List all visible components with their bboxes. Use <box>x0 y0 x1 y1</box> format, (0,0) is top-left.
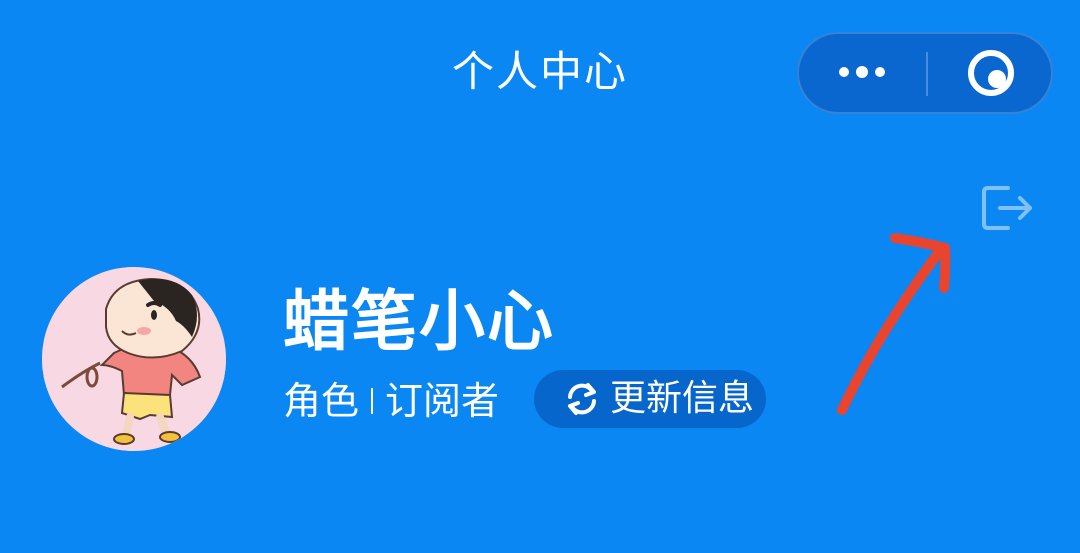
update-info-label: 更新信息 <box>610 378 755 419</box>
mini-program-capsule <box>797 32 1053 114</box>
logout-button[interactable] <box>978 180 1034 236</box>
target-circle-icon <box>968 50 1014 96</box>
role-line: 角色 订阅者 <box>283 373 499 429</box>
role-label: 角色 <box>283 379 360 423</box>
role-value: 订阅者 <box>385 379 500 423</box>
cartoon-avatar <box>42 267 226 451</box>
refresh-icon <box>568 383 596 415</box>
more-button[interactable] <box>799 34 926 112</box>
username: 蜡笔小心 <box>283 283 555 360</box>
logout-icon <box>982 186 1032 230</box>
close-mini-program-button[interactable] <box>928 34 1051 112</box>
avatar[interactable] <box>42 267 226 451</box>
role-separator <box>371 388 374 414</box>
update-info-button[interactable]: 更新信息 <box>534 370 766 428</box>
